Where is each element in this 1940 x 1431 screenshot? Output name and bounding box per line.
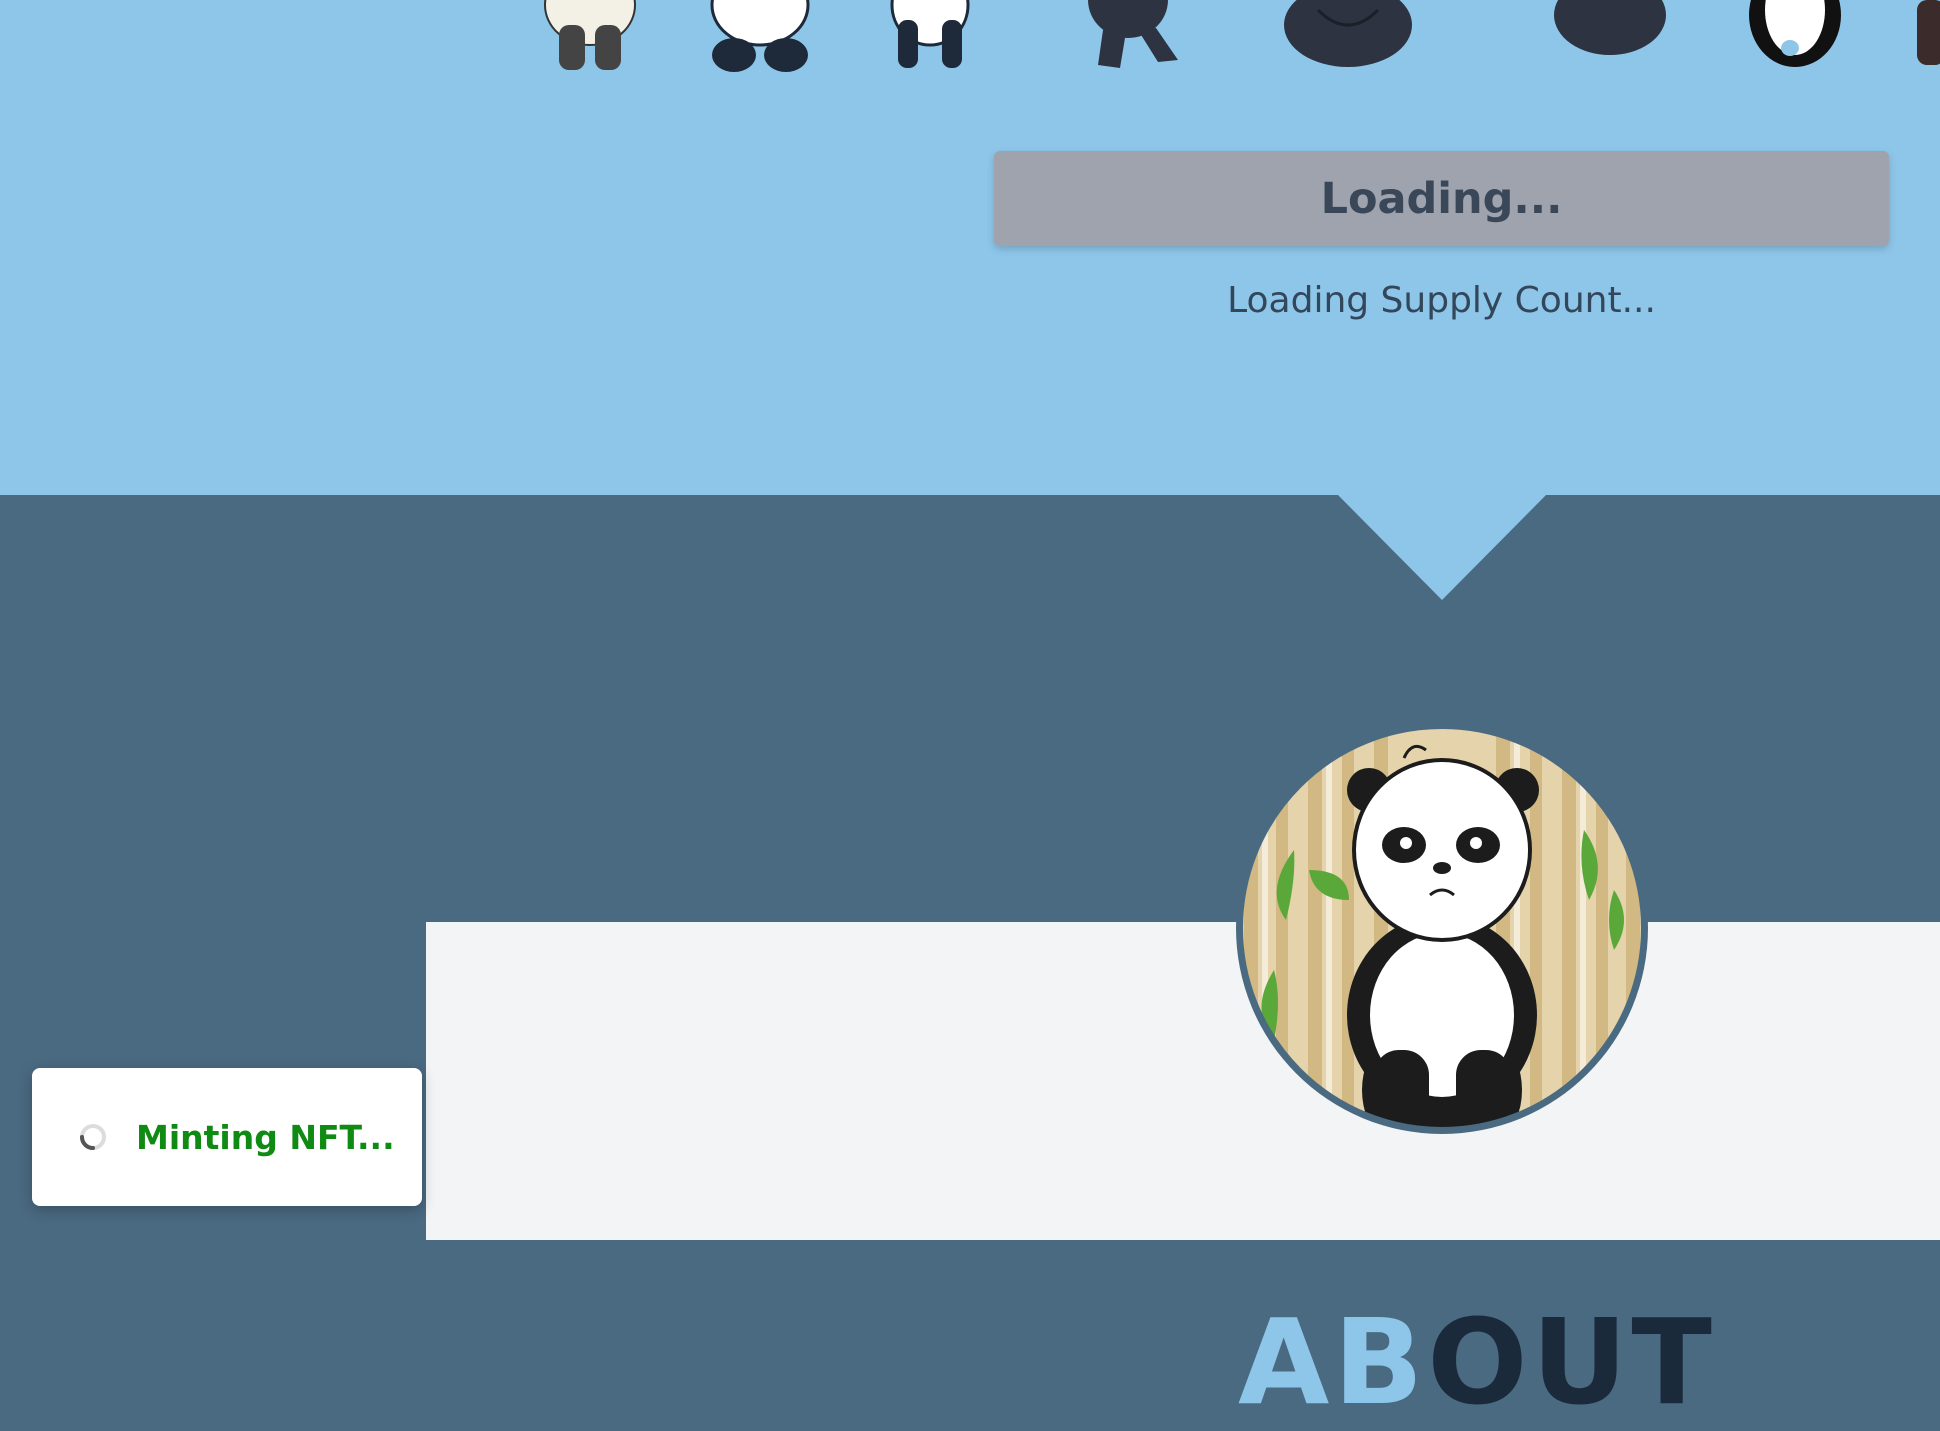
supply-count-status: Loading Supply Count... [1227, 280, 1656, 321]
panda-avatar [1236, 722, 1648, 1134]
panda-illustration [710, 0, 810, 72]
toast-message: Minting NFT... [136, 1117, 395, 1157]
panda-collection-strip [0, 0, 1940, 75]
about-heading-rest: OUT [1427, 1292, 1716, 1431]
hero-section: Loading... Loading Supply Count... [0, 0, 1940, 600]
panda-illustration [1554, 0, 1666, 55]
about-heading: ABOUT [1238, 1303, 1716, 1421]
panda-illustration [1088, 0, 1178, 68]
panda-illustration [890, 0, 970, 68]
loading-spinner-icon [80, 1124, 106, 1150]
minting-notification: Minting NFT... [32, 1068, 422, 1206]
panda-illustration [544, 0, 636, 70]
section-divider-arrow [1337, 494, 1547, 600]
mint-button[interactable]: Loading... [994, 151, 1889, 246]
panda-illustration [1749, 0, 1841, 67]
panda-illustration [1917, 0, 1940, 65]
about-section [426, 922, 1940, 1240]
panda-illustration [1284, 0, 1412, 67]
about-heading-accent: AB [1238, 1292, 1428, 1431]
